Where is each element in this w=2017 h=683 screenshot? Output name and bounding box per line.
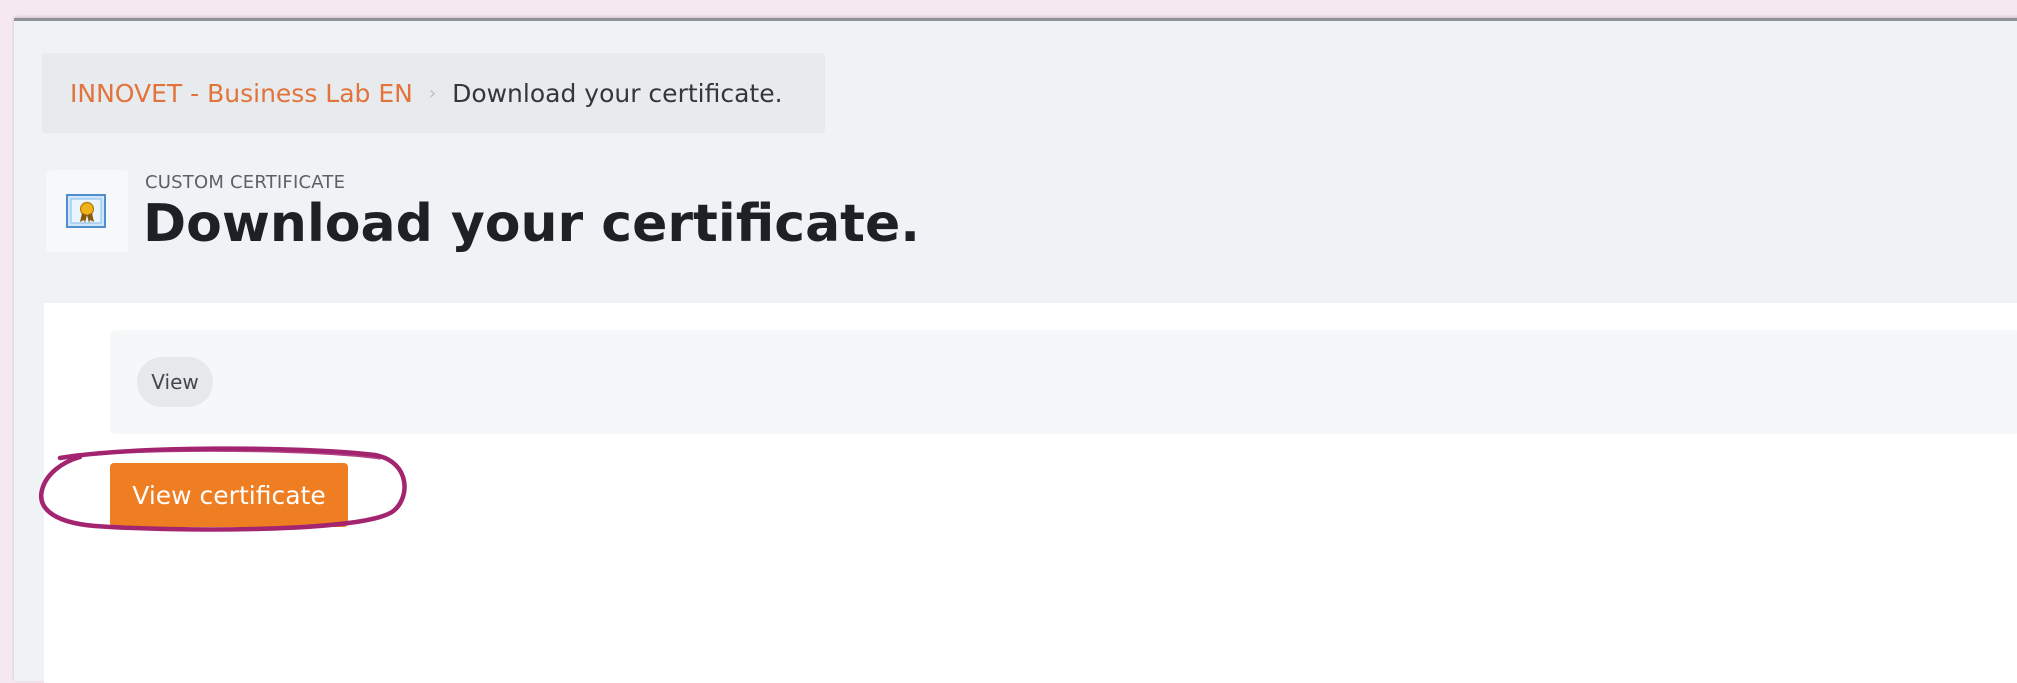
breadcrumb-separator-icon: › <box>428 82 437 104</box>
breadcrumb-course-link[interactable]: INNOVET - Business Lab EN <box>70 79 413 108</box>
tab-view[interactable]: View <box>137 357 213 407</box>
top-strip <box>0 0 2017 20</box>
activity-type-label: CUSTOM CERTIFICATE <box>145 172 346 193</box>
certificate-icon <box>46 170 128 252</box>
secondary-navigation <box>110 330 2017 434</box>
breadcrumb: INNOVET - Business Lab EN › Download you… <box>42 53 825 133</box>
breadcrumb-current: Download your certificate. <box>452 78 783 108</box>
view-certificate-button[interactable]: View certificate <box>110 463 348 527</box>
page-title: Download your certificate. <box>143 194 921 254</box>
